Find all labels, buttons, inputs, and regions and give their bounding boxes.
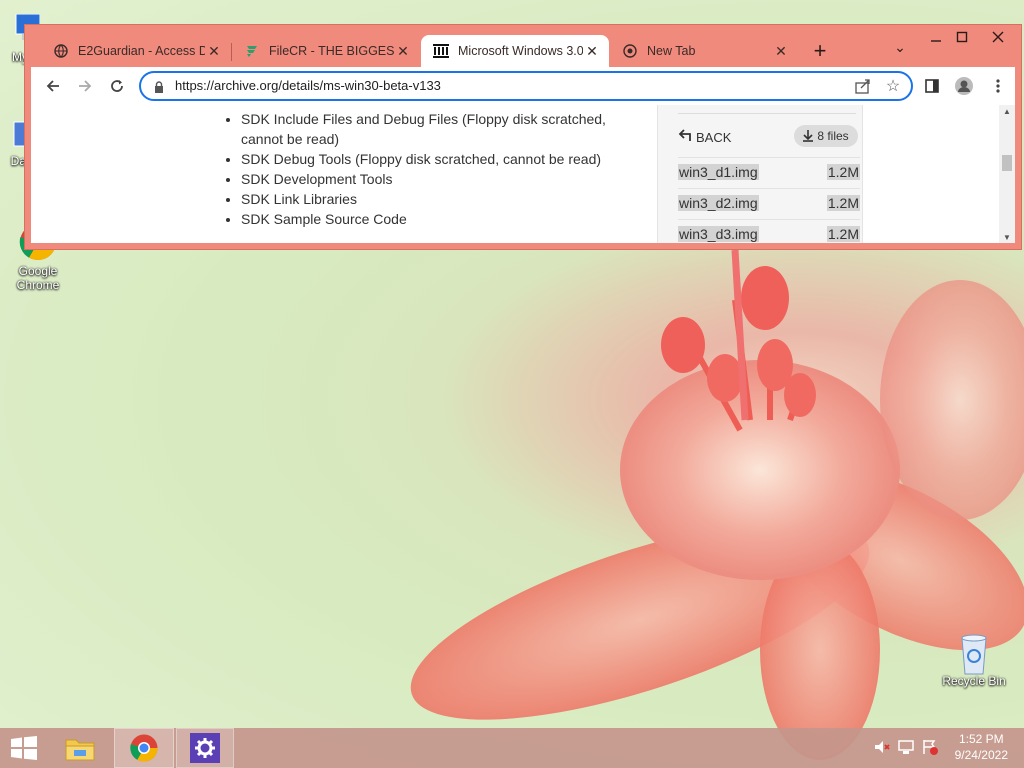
windows-logo-icon (11, 736, 37, 760)
recycle-bin-icon (954, 632, 994, 675)
system-clock[interactable]: 1:52 PM 9/24/2022 (955, 731, 1008, 763)
tab-title: Microsoft Windows 3.0 Beta (458, 44, 583, 58)
files-count-label: 8 files (817, 129, 849, 143)
back-label: BACK (696, 129, 732, 145)
close-icon[interactable]: ✕ (205, 42, 223, 60)
close-icon[interactable]: ✕ (772, 42, 790, 60)
chrome-icon (622, 43, 638, 59)
list-item: SDK Link Libraries (241, 189, 623, 209)
close-window-button[interactable] (981, 25, 1015, 49)
files-count-button[interactable]: 8 files (794, 125, 858, 147)
action-center-icon[interactable] (920, 738, 940, 758)
filecr-icon (244, 43, 260, 59)
tab-new-tab[interactable]: New Tab ✕ (610, 35, 798, 67)
list-item: SDK Debug Tools (Floppy disk scratched, … (241, 149, 623, 169)
archive-icon (433, 43, 449, 59)
desktop-icon-label: Recycle Bin (942, 674, 1006, 688)
tab-title: New Tab (647, 44, 696, 58)
download-icon (803, 130, 814, 142)
gear-icon (190, 733, 220, 763)
start-button[interactable] (0, 728, 48, 768)
scrollbar-thumb[interactable] (1002, 155, 1012, 171)
file-size: 1.2M (826, 164, 860, 180)
globe-icon (53, 43, 69, 59)
back-button[interactable] (39, 72, 67, 100)
chrome-taskbar-button[interactable] (114, 728, 174, 768)
side-panel-icon[interactable] (919, 73, 945, 99)
close-icon[interactable]: ✕ (394, 42, 412, 60)
bookmark-star-icon[interactable]: ☆ (883, 76, 903, 96)
file-row[interactable]: win3_d2.img 1.2M (678, 188, 860, 218)
sdk-file-list: SDK Include Files and Debug Files (Flopp… (223, 109, 623, 229)
folder-icon (65, 739, 95, 761)
share-icon[interactable] (853, 77, 873, 97)
tab-e2guardian[interactable]: E2Guardian - Access Denied ✕ (41, 35, 231, 67)
menu-kebab-icon[interactable] (985, 73, 1011, 99)
file-name[interactable]: win3_d1.img (678, 164, 759, 180)
chrome-icon (130, 734, 158, 762)
page-content: SDK Include Files and Debug Files (Flopp… (31, 105, 1015, 243)
file-size: 1.2M (826, 195, 860, 211)
speaker-muted-icon[interactable] (872, 738, 892, 758)
url-text[interactable]: https://archive.org/details/ms-win30-bet… (175, 78, 441, 93)
tab-search-button[interactable]: ⌄ (889, 39, 911, 63)
browser-window: E2Guardian - Access Denied ✕ FileCR - TH… (24, 24, 1022, 250)
clock-time: 1:52 PM (958, 732, 1004, 746)
page-scrollbar[interactable]: ▲ ▼ (999, 105, 1015, 243)
tab-title: E2Guardian - Access Denied (78, 44, 205, 58)
download-sidebar: BACK 8 files win3_d1.img 1.2M win3_d2.im… (657, 105, 863, 243)
tab-microsoft-windows[interactable]: Microsoft Windows 3.0 Beta ✕ (421, 35, 609, 67)
lock-icon (153, 80, 165, 93)
reload-button[interactable] (103, 72, 131, 100)
list-item: SDK Include Files and Debug Files (Flopp… (241, 109, 623, 149)
file-row[interactable]: win3_d1.img 1.2M (678, 157, 860, 187)
tab-strip: E2Guardian - Access Denied ✕ FileCR - TH… (25, 25, 1021, 69)
network-icon[interactable] (896, 738, 916, 758)
new-tab-button[interactable]: + (807, 39, 833, 65)
scroll-down-icon[interactable]: ▼ (999, 231, 1015, 243)
scroll-up-icon[interactable]: ▲ (999, 105, 1015, 119)
divider (678, 113, 856, 114)
desktop-icon-label: Google Chrome (16, 264, 60, 292)
file-size: 1.2M (826, 226, 860, 242)
forward-button[interactable] (71, 72, 99, 100)
list-item: SDK Sample Source Code (241, 209, 623, 229)
close-icon[interactable]: ✕ (583, 42, 601, 60)
desktop-icon-recycle-bin[interactable]: Recycle Bin (938, 632, 1010, 688)
address-bar[interactable]: https://archive.org/details/ms-win30-bet… (139, 71, 913, 101)
maximize-button[interactable] (945, 25, 979, 49)
file-row[interactable]: win3_d3.img 1.2M (678, 219, 860, 243)
back-link[interactable]: BACK (678, 128, 731, 146)
list-item: SDK Development Tools (241, 169, 623, 189)
clock-date: 9/24/2022 (954, 748, 1008, 762)
tab-filecr[interactable]: FileCR - THE BIGGEST SOFTWARE ✕ (232, 35, 420, 67)
file-name[interactable]: win3_d2.img (678, 195, 759, 211)
tab-title: FileCR - THE BIGGEST SOFTWARE (269, 44, 394, 58)
taskbar: 1:52 PM 9/24/2022 (0, 728, 1024, 768)
file-name[interactable]: win3_d3.img (678, 226, 759, 242)
settings-taskbar-button[interactable] (176, 728, 234, 768)
profile-avatar[interactable] (951, 73, 977, 99)
back-arrow-icon (678, 128, 692, 146)
browser-toolbar: https://archive.org/details/ms-win30-bet… (31, 67, 1015, 105)
file-explorer-button[interactable] (56, 728, 104, 768)
